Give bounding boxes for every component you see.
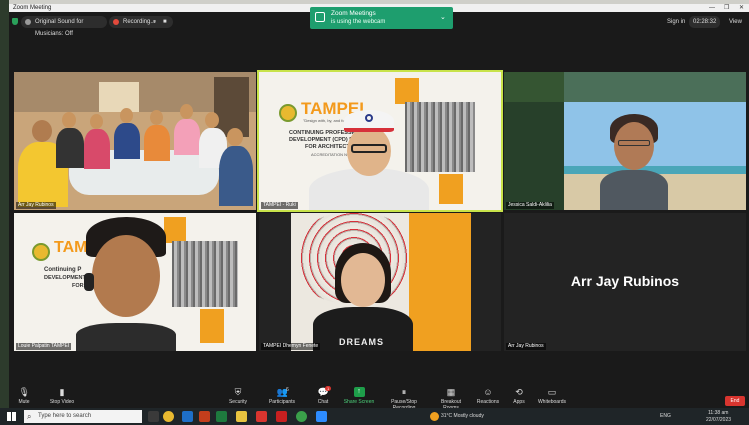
zoom-logo-icon [315, 12, 325, 22]
zoom-app-icon[interactable] [316, 411, 327, 422]
sound-icon [25, 19, 31, 25]
weather-text[interactable]: 31°C Mostly cloudy [441, 408, 484, 425]
slide-heading-line3: FOR [72, 283, 84, 289]
shield-icon[interactable] [12, 18, 18, 25]
apps-icon: ⟲ [515, 387, 523, 397]
notification-title: Zoom Meetings [331, 10, 376, 17]
reactions-label: Reactions [476, 399, 500, 405]
powerpoint-icon[interactable] [199, 411, 210, 422]
word-icon[interactable] [182, 411, 193, 422]
youtube-icon[interactable] [256, 411, 267, 422]
security-label: Security [228, 399, 248, 405]
stop-video-button[interactable]: ▮ Stop Video [47, 387, 77, 405]
pdf-reader-icon[interactable] [276, 411, 287, 422]
maximize-button[interactable]: ❐ [724, 4, 729, 12]
reactions-button[interactable]: ☺ Reactions [475, 387, 501, 405]
close-button[interactable]: ✕ [739, 4, 744, 12]
video-tile-drawing[interactable]: DREAMS TAMPEI Dhemyn Fenete [259, 213, 501, 351]
tampei-logo-icon [279, 104, 297, 122]
participant-display-name: Arr Jay Rubinos [570, 273, 680, 289]
pause-stop-icon: ⏸ [401, 387, 407, 397]
search-icon: ⌕ [27, 412, 32, 421]
browser-icon[interactable] [296, 411, 307, 422]
participant-name: Arr Jay Rubinos [506, 343, 546, 350]
participant-name: Louie Palpatin TAMPEI [16, 343, 72, 350]
security-button[interactable]: ⛨ Security [225, 387, 251, 405]
clock-date[interactable]: 22/07/2023 [706, 417, 731, 423]
whiteboards-label: Whiteboards [537, 399, 567, 405]
file-explorer-icon[interactable] [236, 411, 247, 422]
record-icon [113, 19, 119, 25]
taskbar-search-input[interactable]: ⌕ Type here to search [24, 410, 142, 423]
video-camera-icon: ▮ [59, 387, 65, 397]
language-indicator[interactable]: ENG [660, 408, 671, 425]
search-placeholder: Type here to search [38, 413, 92, 419]
clock-time[interactable]: 11:38 am [708, 410, 728, 416]
chevron-down-icon[interactable]: ⌄ [440, 13, 446, 21]
pause-recording-icon[interactable]: ⏸ [153, 16, 156, 28]
video-tile-group[interactable]: Arr Jay Rubinos [14, 72, 256, 210]
view-button[interactable]: View [729, 16, 742, 28]
shield-icon: ⛨ [234, 387, 242, 397]
reactions-icon: ☺ [483, 387, 493, 397]
chat-button[interactable]: 💬 Chat 1 [313, 386, 333, 405]
stop-video-label: Stop Video [49, 399, 75, 405]
minimize-button[interactable]: — [709, 4, 715, 12]
participant-name: TAMPEI - Ruki [261, 202, 298, 209]
whiteboard-icon: ▭ [547, 387, 557, 397]
desktop-left-strip [0, 0, 9, 425]
participant-name: Jessica Saldi-Aklilia [506, 202, 554, 209]
mute-label: Mute [18, 399, 30, 405]
shirt-text: DREAMS [339, 337, 385, 347]
sign-in-link[interactable]: Sign in [667, 16, 685, 28]
weather-icon [430, 412, 439, 421]
microphone-icon: 🎙 [18, 387, 30, 397]
window-title: Zoom Meeting [13, 5, 52, 11]
video-tile-active-speaker[interactable]: TAMPEI "Design with, by, and for the peo… [257, 70, 503, 212]
recording-label: Recording... [123, 19, 156, 25]
zoom-window: Zoom Meeting — ❐ ✕ Original Sound for Mu… [9, 4, 749, 412]
windows-taskbar: ⌕ Type here to search 31°C Mostly cloudy… [0, 408, 749, 425]
task-view-icon[interactable] [148, 411, 159, 422]
participants-button[interactable]: 👥 Participants 6 [265, 387, 299, 405]
share-screen-icon: ↑ [353, 387, 365, 397]
share-screen-button[interactable]: ↑ Share Screen [343, 387, 375, 405]
chat-badge: 1 [325, 386, 332, 391]
video-tile-headset[interactable]: TAMP Continuing P DEVELOPMENT (C FOR Lou… [14, 213, 256, 351]
excel-icon[interactable] [216, 411, 227, 422]
original-sound-toggle[interactable]: Original Sound for Musicians: Off [21, 16, 107, 37]
mute-button[interactable]: 🎙 Mute [13, 387, 35, 405]
breakout-rooms-icon: ▦ [446, 387, 456, 397]
apps-label: Apps [513, 399, 525, 405]
windows-start-icon[interactable] [7, 412, 16, 421]
end-meeting-button[interactable]: End [725, 396, 745, 406]
participant-name: Arr Jay Rubinos [16, 202, 56, 209]
meeting-timer: 02:28:32 [689, 16, 721, 28]
webcam-notification[interactable]: Zoom Meetings is using the webcam ⌄ [310, 7, 453, 29]
recording-indicator: Recording... ⏸ ■ [109, 16, 173, 28]
chat-label: Chat [317, 399, 329, 405]
apps-button[interactable]: ⟲ Apps [509, 387, 529, 405]
notification-text: is using the webcam [331, 19, 386, 25]
participants-count: 6 [286, 387, 289, 393]
original-sound-label: Original Sound for Musicians: Off [35, 19, 84, 37]
participants-label: Participants [268, 399, 296, 405]
tampei-logo-icon [32, 243, 50, 261]
chrome-icon[interactable] [163, 411, 174, 422]
video-tile-beach[interactable]: Jessica Saldi-Aklilia [504, 72, 746, 210]
participant-name: TAMPEI Dhemyn Fenete [261, 343, 321, 350]
slide-heading-line1: Continuing P [44, 267, 82, 273]
video-tile-name-only[interactable]: Arr Jay Rubinos Arr Jay Rubinos [504, 213, 746, 351]
share-screen-label: Share Screen [343, 399, 375, 405]
whiteboards-button[interactable]: ▭ Whiteboards [535, 387, 569, 405]
stop-recording-icon[interactable]: ■ [163, 16, 167, 28]
